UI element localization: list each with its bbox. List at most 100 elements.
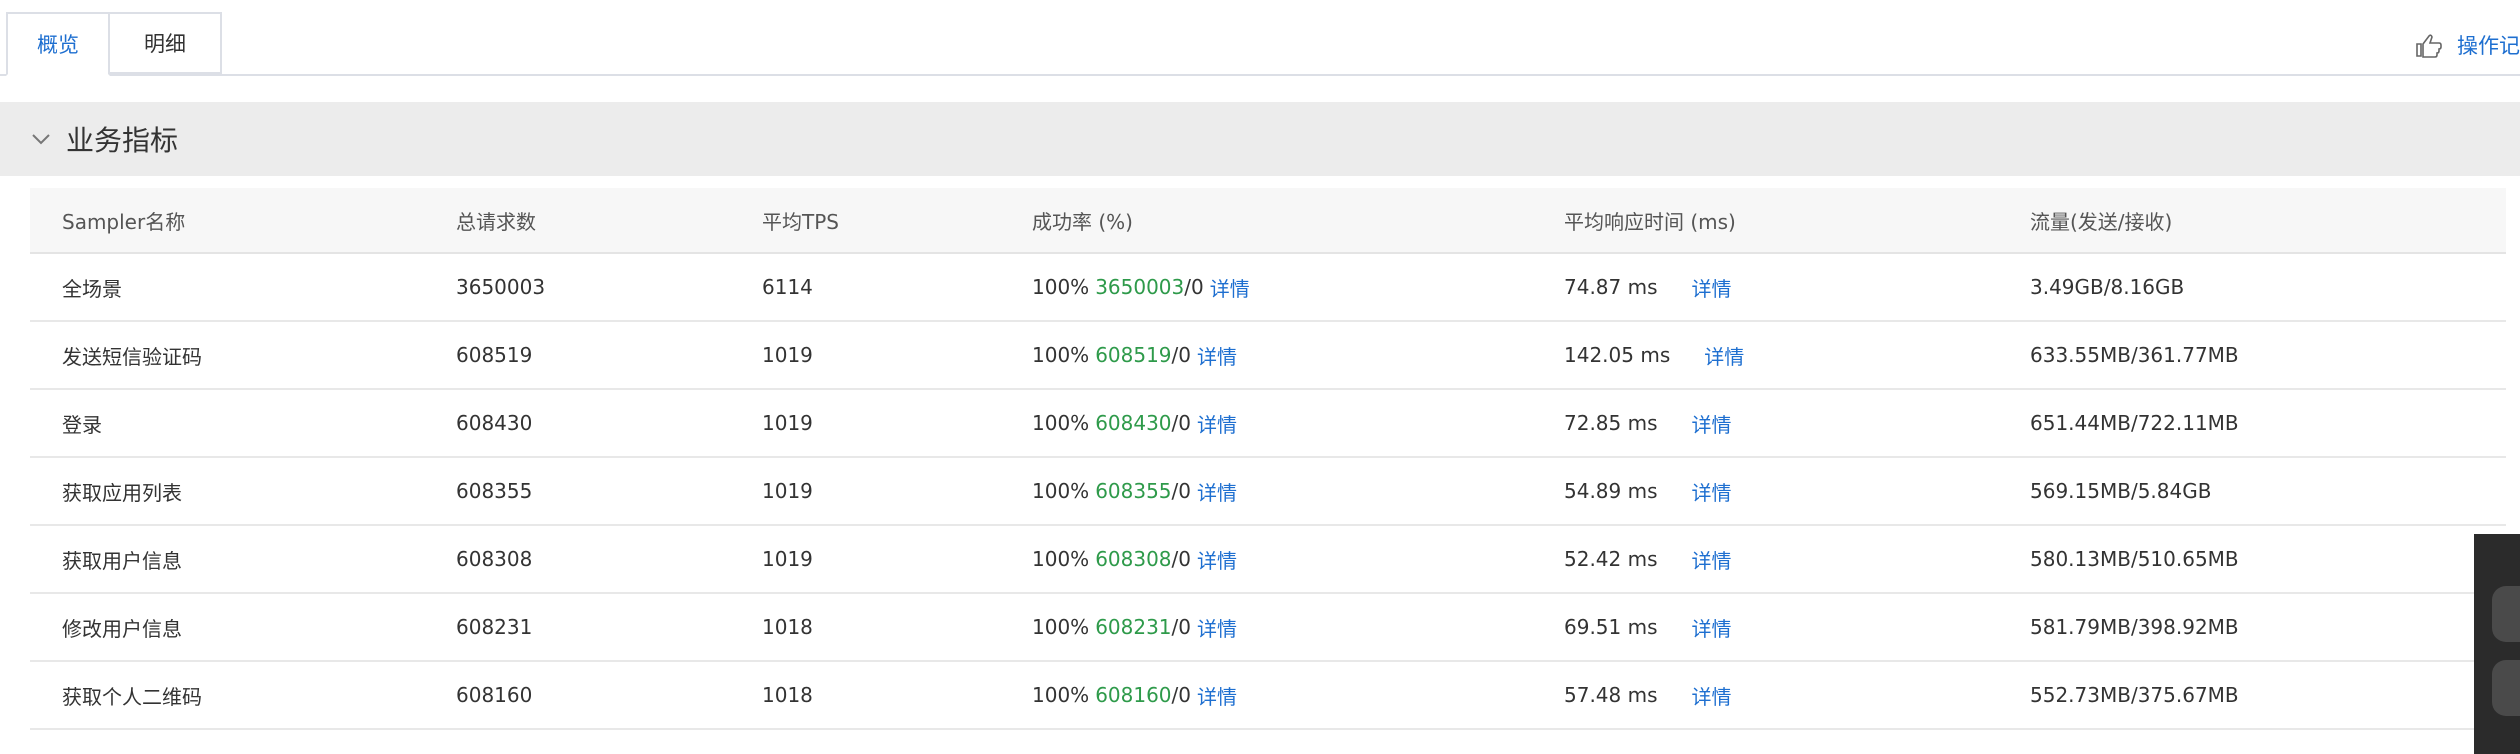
success-count: 608308	[1095, 547, 1172, 571]
response-detail-link[interactable]: 详情	[1692, 545, 1732, 574]
avg-response-cell: 54.89 ms 详情	[1564, 458, 1732, 524]
operation-log-link[interactable]: 操作记	[2413, 30, 2520, 60]
panel-handle[interactable]	[2492, 586, 2520, 642]
success-detail-link[interactable]: 详情	[1197, 681, 1237, 710]
tab-detail[interactable]: 明细	[110, 12, 222, 74]
response-detail-link[interactable]: 详情	[1692, 409, 1732, 438]
fail-count: /0	[1171, 615, 1192, 639]
sampler-name: 获取应用列表	[62, 480, 182, 505]
side-panel	[2474, 534, 2520, 754]
success-detail-link[interactable]: 详情	[1197, 477, 1237, 506]
success-rate-cell: 100% 608430 /0 详情	[1032, 390, 1237, 456]
pointing-hand-icon	[2416, 34, 2442, 58]
success-count: 3650003	[1095, 275, 1185, 299]
table-body: 全场景 3650003 6114 100% 3650003 /0 详情 74.8…	[30, 254, 2506, 730]
table-row: 获取应用列表 608355 1019 100% 608355 /0 详情 54.…	[30, 458, 2506, 526]
success-rate: 100%	[1032, 343, 1090, 367]
response-detail-link[interactable]: 详情	[1704, 341, 1744, 370]
response-detail-link[interactable]: 详情	[1692, 477, 1732, 506]
header-success-rate: 成功率 (%)	[1032, 209, 1133, 234]
success-count: 608160	[1095, 683, 1172, 707]
avg-response-cell: 74.87 ms 详情	[1564, 254, 1732, 320]
avg-response-cell: 142.05 ms 详情	[1564, 322, 1744, 388]
avg-response-cell: 72.85 ms 详情	[1564, 390, 1732, 456]
total-requests: 608160	[456, 683, 533, 707]
avg-tps: 1019	[762, 343, 813, 367]
avg-response: 142.05 ms	[1564, 343, 1671, 367]
table-row: 获取用户信息 608308 1019 100% 608308 /0 详情 52.…	[30, 526, 2506, 594]
fail-count: /0	[1171, 683, 1192, 707]
success-rate: 100%	[1032, 275, 1090, 299]
avg-response-cell: 52.42 ms 详情	[1564, 526, 1732, 592]
success-rate-cell: 100% 3650003 /0 详情	[1032, 254, 1250, 320]
traffic: 3.49GB/8.16GB	[2030, 275, 2185, 299]
success-detail-link[interactable]: 详情	[1197, 341, 1237, 370]
tab-overview[interactable]: 概览	[6, 12, 110, 76]
sampler-name: 修改用户信息	[62, 616, 182, 641]
page: 概览 明细 操作记 业务指标 Sampler名称 总请求数 平均TPS 成功率 …	[0, 0, 2520, 754]
header-avg-tps: 平均TPS	[762, 209, 839, 234]
traffic: 552.73MB/375.67MB	[2030, 683, 2239, 707]
traffic: 580.13MB/510.65MB	[2030, 547, 2239, 571]
sampler-name: 获取个人二维码	[62, 684, 202, 709]
avg-tps: 1019	[762, 479, 813, 503]
success-rate: 100%	[1032, 411, 1090, 435]
chevron-down-icon[interactable]	[30, 128, 52, 150]
sampler-name: 全场景	[62, 276, 122, 301]
section-title: 业务指标	[66, 124, 179, 157]
sampler-name: 获取用户信息	[62, 548, 182, 573]
response-detail-link[interactable]: 详情	[1692, 681, 1732, 710]
metrics-table: Sampler名称 总请求数 平均TPS 成功率 (%) 平均响应时间 (ms)…	[30, 188, 2506, 730]
table-row: 获取个人二维码 608160 1018 100% 608160 /0 详情 57…	[30, 662, 2506, 730]
fail-count: /0	[1171, 479, 1192, 503]
header-avg-response: 平均响应时间 (ms)	[1564, 209, 1736, 234]
total-requests: 3650003	[456, 275, 546, 299]
fail-count: /0	[1171, 547, 1192, 571]
avg-response: 52.42 ms	[1564, 547, 1658, 571]
header-total-requests: 总请求数	[456, 209, 536, 234]
traffic: 633.55MB/361.77MB	[2030, 343, 2239, 367]
total-requests: 608355	[456, 479, 533, 503]
success-count: 608430	[1095, 411, 1172, 435]
response-detail-link[interactable]: 详情	[1692, 613, 1732, 642]
total-requests: 608519	[456, 343, 533, 367]
success-rate: 100%	[1032, 683, 1090, 707]
operation-log-label: 操作记	[2457, 34, 2520, 58]
sampler-name: 登录	[62, 412, 102, 437]
total-requests: 608231	[456, 615, 533, 639]
header-traffic: 流量(发送/接收)	[2030, 209, 2173, 234]
success-rate: 100%	[1032, 547, 1090, 571]
avg-tps: 1018	[762, 615, 813, 639]
success-count: 608355	[1095, 479, 1172, 503]
table-row: 修改用户信息 608231 1018 100% 608231 /0 详情 69.…	[30, 594, 2506, 662]
avg-response: 57.48 ms	[1564, 683, 1658, 707]
avg-response-cell: 69.51 ms 详情	[1564, 594, 1732, 660]
success-rate: 100%	[1032, 479, 1090, 503]
traffic: 581.79MB/398.92MB	[2030, 615, 2239, 639]
success-rate-cell: 100% 608160 /0 详情	[1032, 662, 1237, 728]
success-rate: 100%	[1032, 615, 1090, 639]
success-rate-cell: 100% 608231 /0 详情	[1032, 594, 1237, 660]
success-detail-link[interactable]: 详情	[1197, 545, 1237, 574]
table-header: Sampler名称 总请求数 平均TPS 成功率 (%) 平均响应时间 (ms)…	[30, 188, 2506, 254]
response-detail-link[interactable]: 详情	[1692, 273, 1732, 302]
table-row: 发送短信验证码 608519 1019 100% 608519 /0 详情 14…	[30, 322, 2506, 390]
success-detail-link[interactable]: 详情	[1197, 409, 1237, 438]
avg-tps: 1019	[762, 547, 813, 571]
fail-count: /0	[1171, 411, 1192, 435]
success-detail-link[interactable]: 详情	[1197, 613, 1237, 642]
avg-response: 74.87 ms	[1564, 275, 1658, 299]
total-requests: 608308	[456, 547, 533, 571]
success-count: 608519	[1095, 343, 1172, 367]
avg-response: 54.89 ms	[1564, 479, 1658, 503]
traffic: 651.44MB/722.11MB	[2030, 411, 2239, 435]
success-detail-link[interactable]: 详情	[1210, 273, 1250, 302]
avg-tps: 6114	[762, 275, 813, 299]
section-header-business-metrics[interactable]: 业务指标	[0, 102, 2520, 176]
panel-handle[interactable]	[2492, 660, 2520, 716]
fail-count: /0	[1171, 343, 1192, 367]
fail-count: /0	[1184, 275, 1204, 299]
total-requests: 608430	[456, 411, 533, 435]
traffic: 569.15MB/5.84GB	[2030, 479, 2212, 503]
avg-response: 69.51 ms	[1564, 615, 1658, 639]
